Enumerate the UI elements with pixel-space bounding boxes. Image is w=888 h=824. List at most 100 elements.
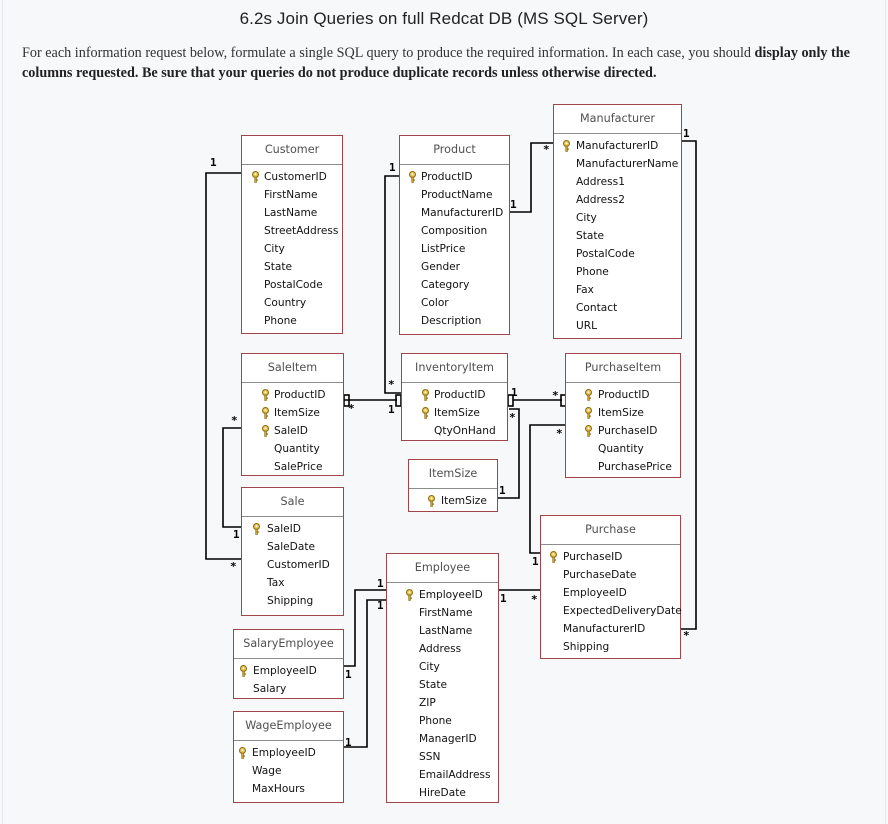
field-row[interactable]: EmailAddress — [387, 766, 498, 784]
field-name: ProductID — [434, 389, 486, 401]
field-row[interactable]: ZIP — [387, 694, 498, 712]
field-row[interactable]: EmployeeID — [234, 744, 343, 762]
field-row[interactable]: Salary — [234, 680, 343, 698]
field-row[interactable]: SSN — [387, 748, 498, 766]
field-row[interactable]: SaleID — [242, 422, 343, 440]
field-row[interactable]: State — [387, 676, 498, 694]
field-row[interactable]: Color — [400, 294, 509, 312]
mult-product-one: 1 — [389, 161, 396, 174]
field-row[interactable]: ManufacturerID — [541, 620, 680, 638]
field-row[interactable]: PurchaseID — [541, 548, 680, 566]
field-name: ProductID — [421, 171, 473, 183]
field-row[interactable]: SaleID — [242, 520, 343, 538]
mult-inventoryitem-size-many: * — [509, 411, 516, 424]
field-row[interactable]: Quantity — [566, 440, 680, 458]
table-salaryemployee[interactable]: SalaryEmployee EmployeeID Salary — [233, 629, 344, 699]
field-row[interactable]: CustomerID — [242, 556, 343, 574]
field-row[interactable]: SaleDate — [242, 538, 343, 556]
field-row[interactable]: ManufacturerName — [554, 155, 681, 173]
field-row[interactable]: EmployeeID — [541, 584, 680, 602]
table-purchaseitem[interactable]: PurchaseItem ProductID ItemSize PurchaseID Q… — [565, 353, 681, 478]
field-row[interactable]: PurchasePrice — [566, 458, 680, 476]
field-row[interactable]: SalePrice — [242, 458, 343, 476]
field-row[interactable]: PurchaseID — [566, 422, 680, 440]
field-name: State — [576, 230, 605, 242]
field-row[interactable]: HireDate — [387, 784, 498, 802]
field-row[interactable]: Address — [387, 640, 498, 658]
field-row[interactable]: Wage — [234, 762, 343, 780]
table-product[interactable]: Product ProductID ProductName ManufacturerI… — [399, 135, 510, 335]
field-row[interactable]: ItemSize — [242, 404, 343, 422]
field-row[interactable]: PostalCode — [554, 245, 681, 263]
field-row[interactable]: ProductID — [400, 168, 509, 186]
field-row[interactable]: FirstName — [242, 186, 342, 204]
field-row[interactable]: ProductID — [242, 386, 343, 404]
field-row[interactable]: Fax — [554, 281, 681, 299]
field-name: EmployeeID — [563, 587, 627, 599]
table-manufacturer[interactable]: Manufacturer ManufacturerID ManufacturerNa… — [553, 104, 682, 339]
table-purchase[interactable]: Purchase PurchaseID PurchaseDate EmployeeID… — [540, 515, 682, 659]
field-row[interactable]: ManufacturerID — [554, 137, 681, 155]
mult-saleitem-many: * — [348, 402, 355, 415]
field-row[interactable]: ProductID — [566, 386, 680, 404]
table-itemsize[interactable]: ItemSize ItemSize — [408, 459, 498, 512]
field-name: PurchaseID — [563, 551, 623, 563]
field-row[interactable]: City — [242, 240, 342, 258]
field-row[interactable]: ManufacturerID — [400, 204, 509, 222]
field-row[interactable]: Address2 — [554, 191, 681, 209]
primary-key-icon — [261, 407, 270, 419]
field-row[interactable]: ManagerID — [387, 730, 498, 748]
field-row[interactable]: Country — [242, 294, 342, 312]
field-row[interactable]: ItemSize — [409, 492, 497, 510]
field-row[interactable]: EmployeeID — [234, 662, 343, 680]
table-saleitem[interactable]: SaleItem ProductID ItemSize SaleID Quantity S… — [241, 353, 344, 476]
field-row[interactable]: ItemSize — [402, 404, 507, 422]
field-row[interactable]: LastName — [387, 622, 498, 640]
field-name: City — [419, 661, 440, 673]
table-inventoryitem[interactable]: InventoryItem ProductID ItemSize QtyOnHand — [401, 353, 508, 441]
field-row[interactable]: StreetAddress — [242, 222, 342, 240]
field-row[interactable]: State — [242, 258, 342, 276]
field-row[interactable]: ExpectedDeliveryDate — [541, 602, 682, 620]
field-name: EmployeeID — [252, 747, 316, 759]
field-row[interactable]: State — [554, 227, 681, 245]
field-row[interactable]: CustomerID — [242, 168, 342, 186]
field-row[interactable]: PurchaseDate — [541, 566, 680, 584]
field-row[interactable]: QtyOnHand — [402, 422, 507, 440]
table-employee[interactable]: Employee EmployeeID FirstName LastName Addre… — [386, 553, 499, 803]
field-row[interactable]: Contact — [554, 299, 681, 317]
field-row[interactable]: LastName — [242, 204, 342, 222]
field-row[interactable]: Phone — [242, 312, 342, 330]
field-row[interactable]: EmployeeID — [387, 586, 498, 604]
field-row[interactable]: MaxHours — [234, 780, 343, 798]
field-row[interactable]: City — [554, 209, 681, 227]
field-row[interactable]: Tax — [242, 574, 343, 592]
field-row[interactable]: Phone — [387, 712, 498, 730]
field-name: FirstName — [264, 189, 318, 201]
field-name: QtyOnHand — [434, 425, 496, 437]
field-row[interactable]: Shipping — [541, 638, 680, 656]
table-sale[interactable]: Sale SaleID SaleDate CustomerID Tax Shipping — [241, 487, 344, 616]
field-row[interactable]: Quantity — [242, 440, 343, 458]
field-row[interactable]: ItemSize — [566, 404, 680, 422]
field-row[interactable]: ProductName — [400, 186, 509, 204]
field-row[interactable]: Category — [400, 276, 509, 294]
field-row[interactable]: URL — [554, 317, 681, 335]
field-row[interactable]: Gender — [400, 258, 509, 276]
field-row[interactable]: Address1 — [554, 173, 681, 191]
field-row[interactable]: FirstName — [387, 604, 498, 622]
field-name: Description — [421, 315, 482, 327]
table-customer[interactable]: Customer CustomerID FirstName LastName Stree… — [241, 135, 343, 334]
field-row[interactable]: ListPrice — [400, 240, 509, 258]
field-row[interactable]: City — [387, 658, 498, 676]
field-row[interactable]: Composition — [400, 222, 509, 240]
field-row[interactable]: ProductID — [402, 386, 507, 404]
mult-itemsize-one: 1 — [499, 484, 506, 497]
mult-purchase-one: 1 — [532, 555, 539, 568]
table-wageemployee[interactable]: WageEmployee EmployeeID Wage MaxHours — [233, 711, 344, 803]
field-row[interactable]: Phone — [554, 263, 681, 281]
field-row[interactable]: Description — [400, 312, 509, 330]
field-row[interactable]: PostalCode — [242, 276, 342, 294]
field-list: ItemSize — [409, 489, 497, 510]
field-row[interactable]: Shipping — [242, 592, 343, 610]
